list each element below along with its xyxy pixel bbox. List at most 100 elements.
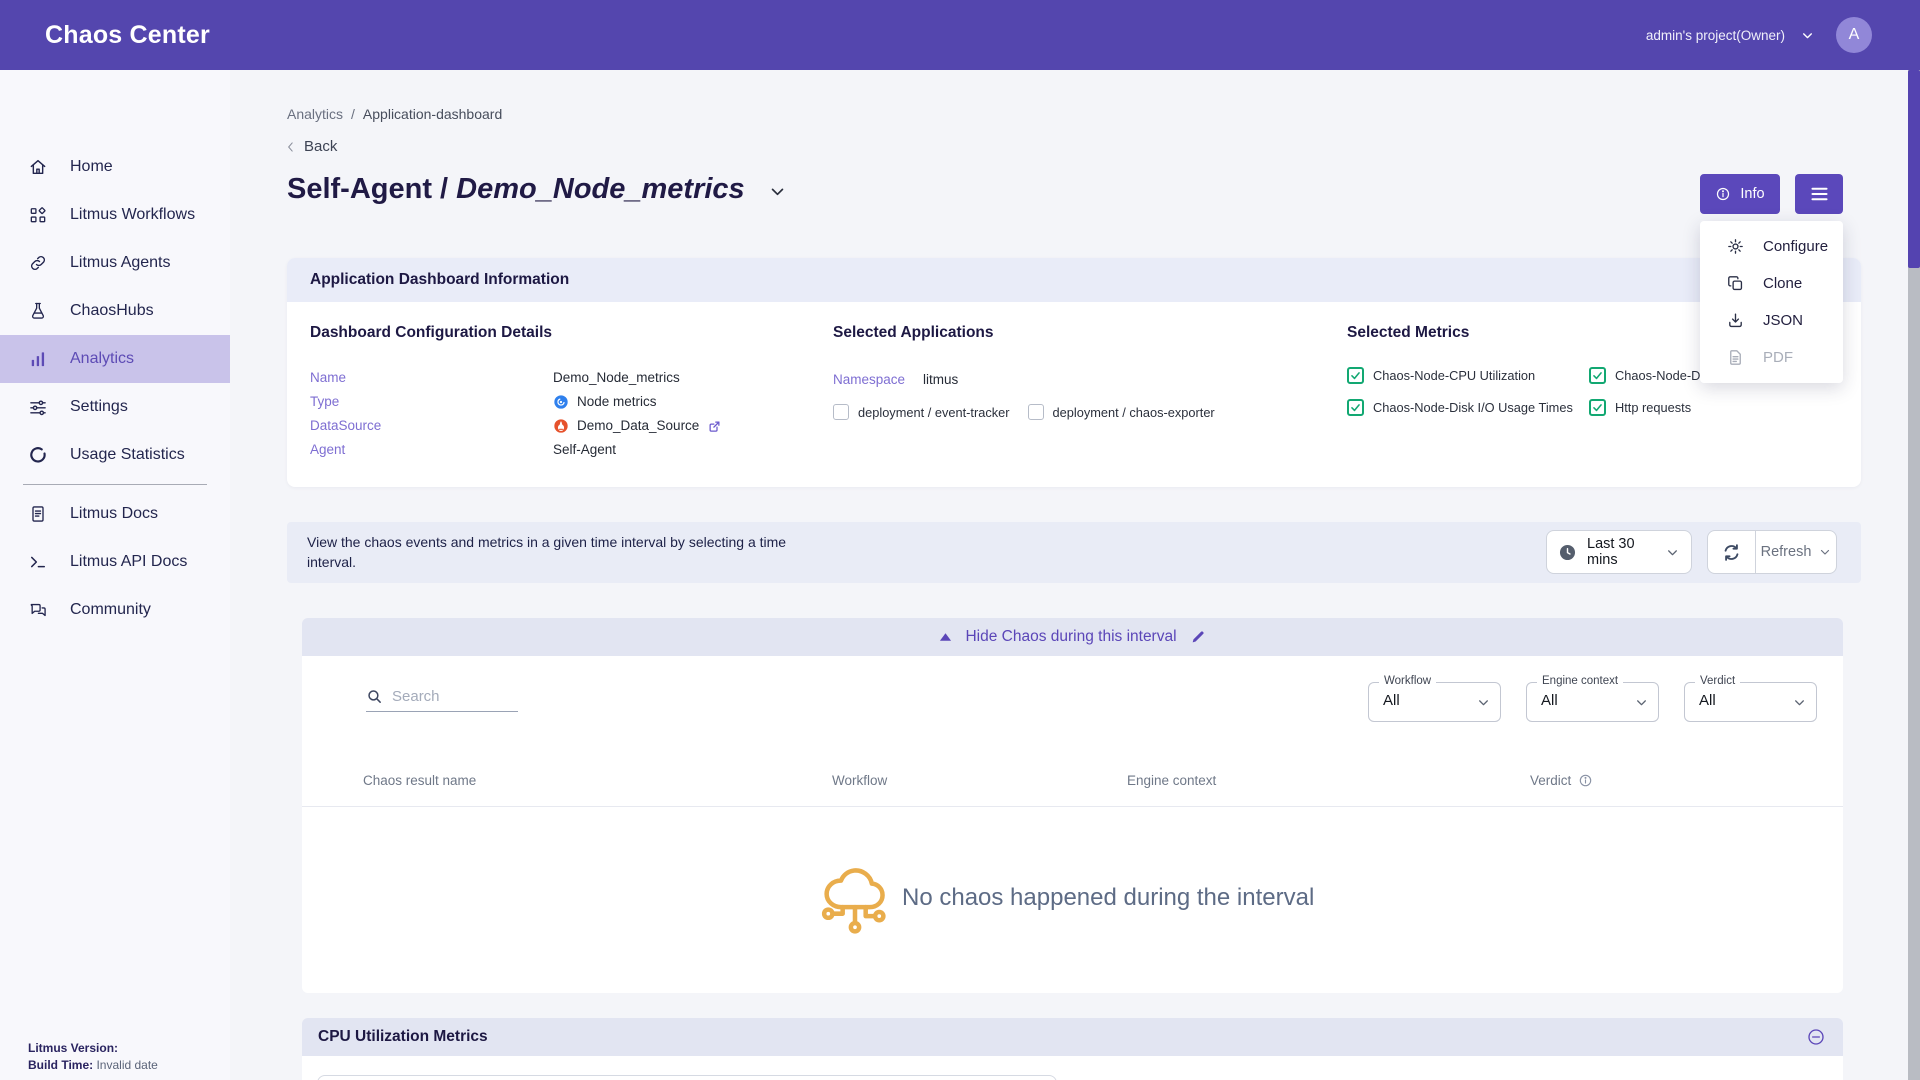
- cpu-section-title: CPU Utilization Metrics: [318, 1028, 488, 1046]
- sidebar-item-home[interactable]: Home: [0, 143, 230, 191]
- title-chevron-down-icon[interactable]: [769, 183, 786, 200]
- external-link-icon[interactable]: [707, 419, 722, 434]
- filter-label: Workflow: [1379, 675, 1436, 687]
- menu-item-configure[interactable]: Configure: [1700, 228, 1843, 265]
- scrollbar-thumb[interactable]: [1908, 70, 1920, 268]
- menu-item-label: Configure: [1763, 238, 1828, 255]
- page-title-agent: Self-Agent /: [287, 173, 456, 205]
- project-switcher[interactable]: admin's project(Owner): [1646, 28, 1814, 43]
- filter-label: Verdict: [1695, 675, 1740, 687]
- application-dashboard-information-card: Application Dashboard Information Dashbo…: [287, 258, 1861, 487]
- column-engine-context: Engine context: [1127, 773, 1216, 788]
- gear-icon: [1726, 237, 1745, 256]
- collapse-minus-icon[interactable]: [1806, 1027, 1826, 1047]
- sidebar: Home Litmus Workflows Litmus Agents Chao…: [0, 70, 230, 1080]
- info-button-label: Info: [1740, 186, 1764, 202]
- sidebar-item-label: Litmus API Docs: [70, 553, 187, 571]
- sidebar-item-analytics[interactable]: Analytics: [0, 335, 230, 383]
- verdict-filter-select[interactable]: Verdict All: [1684, 682, 1817, 722]
- sidebar-item-litmus-docs[interactable]: Litmus Docs: [0, 490, 230, 538]
- download-icon: [1726, 311, 1745, 330]
- sidebar-item-litmus-agents[interactable]: Litmus Agents: [0, 239, 230, 287]
- refresh-control: Refresh: [1707, 530, 1837, 574]
- workflows-icon: [28, 205, 48, 225]
- menu-item-label: PDF: [1763, 349, 1793, 366]
- breadcrumb-analytics[interactable]: Analytics: [287, 106, 343, 122]
- back-button[interactable]: Back: [284, 138, 337, 155]
- menu-item-pdf[interactable]: PDF: [1700, 339, 1843, 376]
- scrollbar-track[interactable]: [1908, 70, 1920, 1080]
- chaos-table-header: Chaos result name Workflow Engine contex…: [302, 764, 1843, 800]
- sidebar-item-label: Litmus Workflows: [70, 206, 195, 224]
- interval-description: View the chaos events and metrics in a g…: [307, 532, 807, 572]
- sidebar-item-label: ChaosHubs: [70, 302, 154, 320]
- checkbox-label: deployment / event-tracker: [858, 405, 1010, 420]
- file-icon: [1726, 348, 1745, 367]
- filter-label: Engine context: [1537, 675, 1623, 687]
- agent-value: Self-Agent: [553, 441, 810, 459]
- analytics-icon: [28, 349, 48, 369]
- sidebar-item-settings[interactable]: Settings: [0, 383, 230, 431]
- checkbox-unchecked-icon: [1028, 404, 1044, 420]
- litmus-version-label: Litmus Version:: [28, 1041, 118, 1055]
- version-info: Litmus Version: Build Time: Invalid date: [28, 1040, 158, 1074]
- hide-chaos-toggle[interactable]: Hide Chaos during this interval: [302, 618, 1843, 656]
- sidebar-item-litmus-workflows[interactable]: Litmus Workflows: [0, 191, 230, 239]
- sidebar-item-chaoshubs[interactable]: ChaosHubs: [0, 287, 230, 335]
- breadcrumb-application-dashboard: Application-dashboard: [363, 106, 502, 122]
- chevron-down-icon: [1793, 696, 1806, 709]
- info-button[interactable]: Info: [1700, 174, 1780, 214]
- time-range-value: Last 30 mins: [1587, 536, 1656, 568]
- workflow-filter-select[interactable]: Workflow All: [1368, 682, 1501, 722]
- sidebar-divider: [23, 484, 207, 485]
- hide-chaos-label: Hide Chaos during this interval: [965, 628, 1176, 646]
- filter-value: All: [1541, 692, 1558, 709]
- sidebar-item-label: Community: [70, 601, 151, 619]
- checkbox-checked-icon: [1589, 367, 1606, 384]
- back-label: Back: [304, 138, 337, 155]
- dashboard-configuration-details: Dashboard Configuration Details Name Dem…: [310, 324, 810, 459]
- cloud-circuit-icon: [818, 860, 892, 946]
- metric-checkbox-cpu-utilization[interactable]: Chaos-Node-CPU Utilization: [1347, 367, 1589, 384]
- application-checkbox-chaos-exporter[interactable]: deployment / chaos-exporter: [1028, 404, 1215, 420]
- chaos-events-card: Hide Chaos during this interval Workflow…: [302, 618, 1843, 993]
- search-field: [366, 682, 518, 712]
- avatar[interactable]: A: [1836, 17, 1872, 53]
- clock-icon: [1558, 543, 1577, 562]
- datasource-label: DataSource: [310, 417, 553, 435]
- cpu-chart-panel: [317, 1075, 1057, 1080]
- time-interval-bar: View the chaos events and metrics in a g…: [287, 522, 1861, 583]
- application-checkbox-event-tracker[interactable]: deployment / event-tracker: [833, 404, 1010, 420]
- verdict-info-icon[interactable]: [1578, 773, 1593, 788]
- checkbox-unchecked-icon: [833, 404, 849, 420]
- metric-checkbox-http-requests[interactable]: Http requests: [1589, 399, 1859, 416]
- app-title: Chaos Center: [45, 21, 210, 50]
- pencil-icon[interactable]: [1190, 629, 1206, 645]
- name-value: Demo_Node_metrics: [553, 369, 810, 387]
- sidebar-item-litmus-api-docs[interactable]: Litmus API Docs: [0, 538, 230, 586]
- hamburger-menu-button[interactable]: [1795, 174, 1843, 214]
- menu-item-json[interactable]: JSON: [1700, 302, 1843, 339]
- node-metrics-icon: [553, 394, 569, 410]
- breadcrumb-separator: /: [351, 106, 355, 122]
- type-value: Node metrics: [577, 393, 657, 411]
- cpu-utilization-section-header: CPU Utilization Metrics: [302, 1018, 1843, 1056]
- table-header-divider: [302, 806, 1843, 807]
- metric-checkbox-disk-usage-times[interactable]: Chaos-Node-Disk I/O Usage Times: [1347, 399, 1589, 416]
- sidebar-item-label: Usage Statistics: [70, 446, 185, 464]
- refresh-dropdown[interactable]: Refresh: [1756, 531, 1836, 573]
- info-icon: [1715, 186, 1731, 202]
- sidebar-item-usage-statistics[interactable]: Usage Statistics: [0, 431, 230, 479]
- menu-item-clone[interactable]: Clone: [1700, 265, 1843, 302]
- search-input[interactable]: [392, 688, 510, 705]
- menu-item-label: JSON: [1763, 312, 1803, 329]
- sidebar-item-community[interactable]: Community: [0, 586, 230, 634]
- refresh-now-button[interactable]: [1708, 531, 1756, 573]
- sidebar-item-label: Litmus Docs: [70, 505, 158, 523]
- engine-context-filter-select[interactable]: Engine context All: [1526, 682, 1659, 722]
- agent-label: Agent: [310, 441, 553, 459]
- agents-icon: [28, 253, 48, 273]
- type-label: Type: [310, 393, 553, 411]
- page-title-dashboard-name: Demo_Node_metrics: [456, 173, 745, 205]
- time-range-select[interactable]: Last 30 mins: [1546, 530, 1692, 574]
